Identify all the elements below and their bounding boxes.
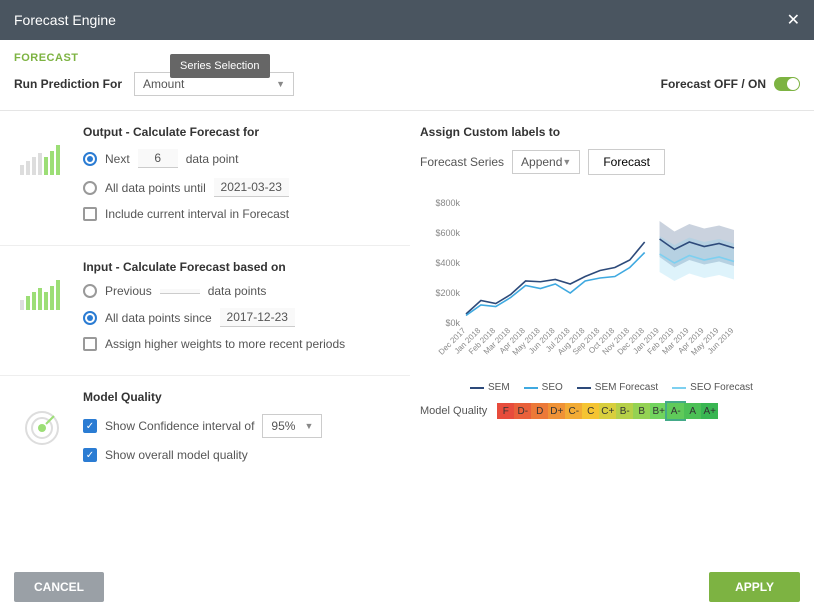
grade-cell: A+: [701, 403, 718, 419]
legend-item: SEO Forecast: [672, 382, 753, 393]
input-weights-label: Assign higher weights to more recent per…: [105, 337, 345, 351]
svg-text:$800k: $800k: [435, 198, 460, 208]
bars-icon: [20, 280, 64, 310]
mq-title: Model Quality: [83, 390, 396, 404]
mq-overall-label: Show overall model quality: [105, 448, 248, 462]
output-until-date[interactable]: 2021-03-23: [214, 178, 289, 197]
output-dp-label: data point: [186, 152, 239, 166]
mq-ci-select[interactable]: 95% ▼: [262, 414, 322, 438]
forecast-series-value: Append: [521, 155, 562, 169]
forecast-toggle[interactable]: [774, 77, 800, 91]
output-include-checkbox[interactable]: [83, 207, 97, 221]
caret-down-icon: ▼: [562, 157, 571, 167]
grade-cell: D-: [514, 403, 531, 419]
input-prev-label: Previous: [105, 284, 152, 298]
legend-item: SEM: [470, 382, 510, 393]
mq-grade-label: Model Quality: [420, 405, 487, 417]
input-weights-checkbox[interactable]: [83, 337, 97, 351]
mq-ci-value: 95%: [271, 419, 295, 433]
mq-overall-checkbox[interactable]: ✓: [83, 448, 97, 462]
forecast-button[interactable]: Forecast: [588, 149, 665, 175]
svg-text:$600k: $600k: [435, 228, 460, 238]
grade-cell: A-: [667, 403, 684, 419]
input-prev-input[interactable]: [160, 289, 200, 294]
close-icon[interactable]: ✕: [787, 10, 800, 30]
output-until-label: All data points until: [105, 181, 206, 195]
grade-cell: C: [582, 403, 599, 419]
forecast-series-select[interactable]: Append ▼: [512, 150, 580, 174]
grade-scale: FD-DD+C-CC+B-BB+A-AA+: [497, 403, 718, 419]
input-title: Input - Calculate Forecast based on: [83, 260, 396, 274]
forecast-series-label: Forecast Series: [420, 155, 504, 169]
cancel-button[interactable]: CANCEL: [14, 572, 104, 602]
forecast-toggle-label: Forecast OFF / ON: [661, 77, 766, 91]
grade-cell: B-: [616, 403, 633, 419]
tab-forecast[interactable]: FORECAST: [14, 52, 79, 64]
grade-cell: D+: [548, 403, 565, 419]
chart-legend: SEM SEO SEM Forecast SEO Forecast: [470, 382, 794, 393]
mq-ci-label: Show Confidence interval of: [105, 419, 254, 433]
input-prev-radio[interactable]: [83, 284, 97, 298]
series-selection-tooltip: Series Selection: [170, 54, 270, 78]
output-next-radio[interactable]: [83, 152, 97, 166]
input-dps-label: data points: [208, 284, 267, 298]
mq-ci-checkbox[interactable]: ✓: [83, 419, 97, 433]
grade-cell: F: [497, 403, 514, 419]
legend-item: SEO: [524, 382, 563, 393]
svg-text:$0k: $0k: [445, 318, 460, 328]
legend-item: SEM Forecast: [577, 382, 658, 393]
caret-down-icon: ▼: [305, 421, 314, 431]
grade-cell: D: [531, 403, 548, 419]
grade-cell: C-: [565, 403, 582, 419]
grade-cell: C+: [599, 403, 616, 419]
caret-down-icon: ▼: [276, 79, 285, 89]
grade-cell: A: [684, 403, 701, 419]
input-since-date[interactable]: 2017-12-23: [220, 308, 295, 327]
dialog-title: Forecast Engine: [14, 12, 116, 28]
output-until-radio[interactable]: [83, 181, 97, 195]
grade-cell: B: [633, 403, 650, 419]
apply-button[interactable]: APPLY: [709, 572, 800, 602]
output-count-input[interactable]: 6: [138, 149, 178, 168]
bars-icon: [20, 145, 64, 175]
run-prediction-label: Run Prediction For: [14, 77, 122, 91]
grade-cell: B+: [650, 403, 667, 419]
run-prediction-value: Amount: [143, 77, 184, 91]
target-icon: [24, 410, 60, 446]
output-next-label: Next: [105, 152, 130, 166]
assign-labels-title: Assign Custom labels to: [420, 125, 794, 139]
output-include-label: Include current interval in Forecast: [105, 207, 289, 221]
input-since-label: All data points since: [105, 311, 212, 325]
forecast-chart: $0k$200k$400k$600k$800kDec 2017Jan 2018F…: [420, 193, 740, 373]
input-since-radio[interactable]: [83, 311, 97, 325]
svg-text:$400k: $400k: [435, 258, 460, 268]
output-title: Output - Calculate Forecast for: [83, 125, 396, 139]
svg-text:$200k: $200k: [435, 288, 460, 298]
